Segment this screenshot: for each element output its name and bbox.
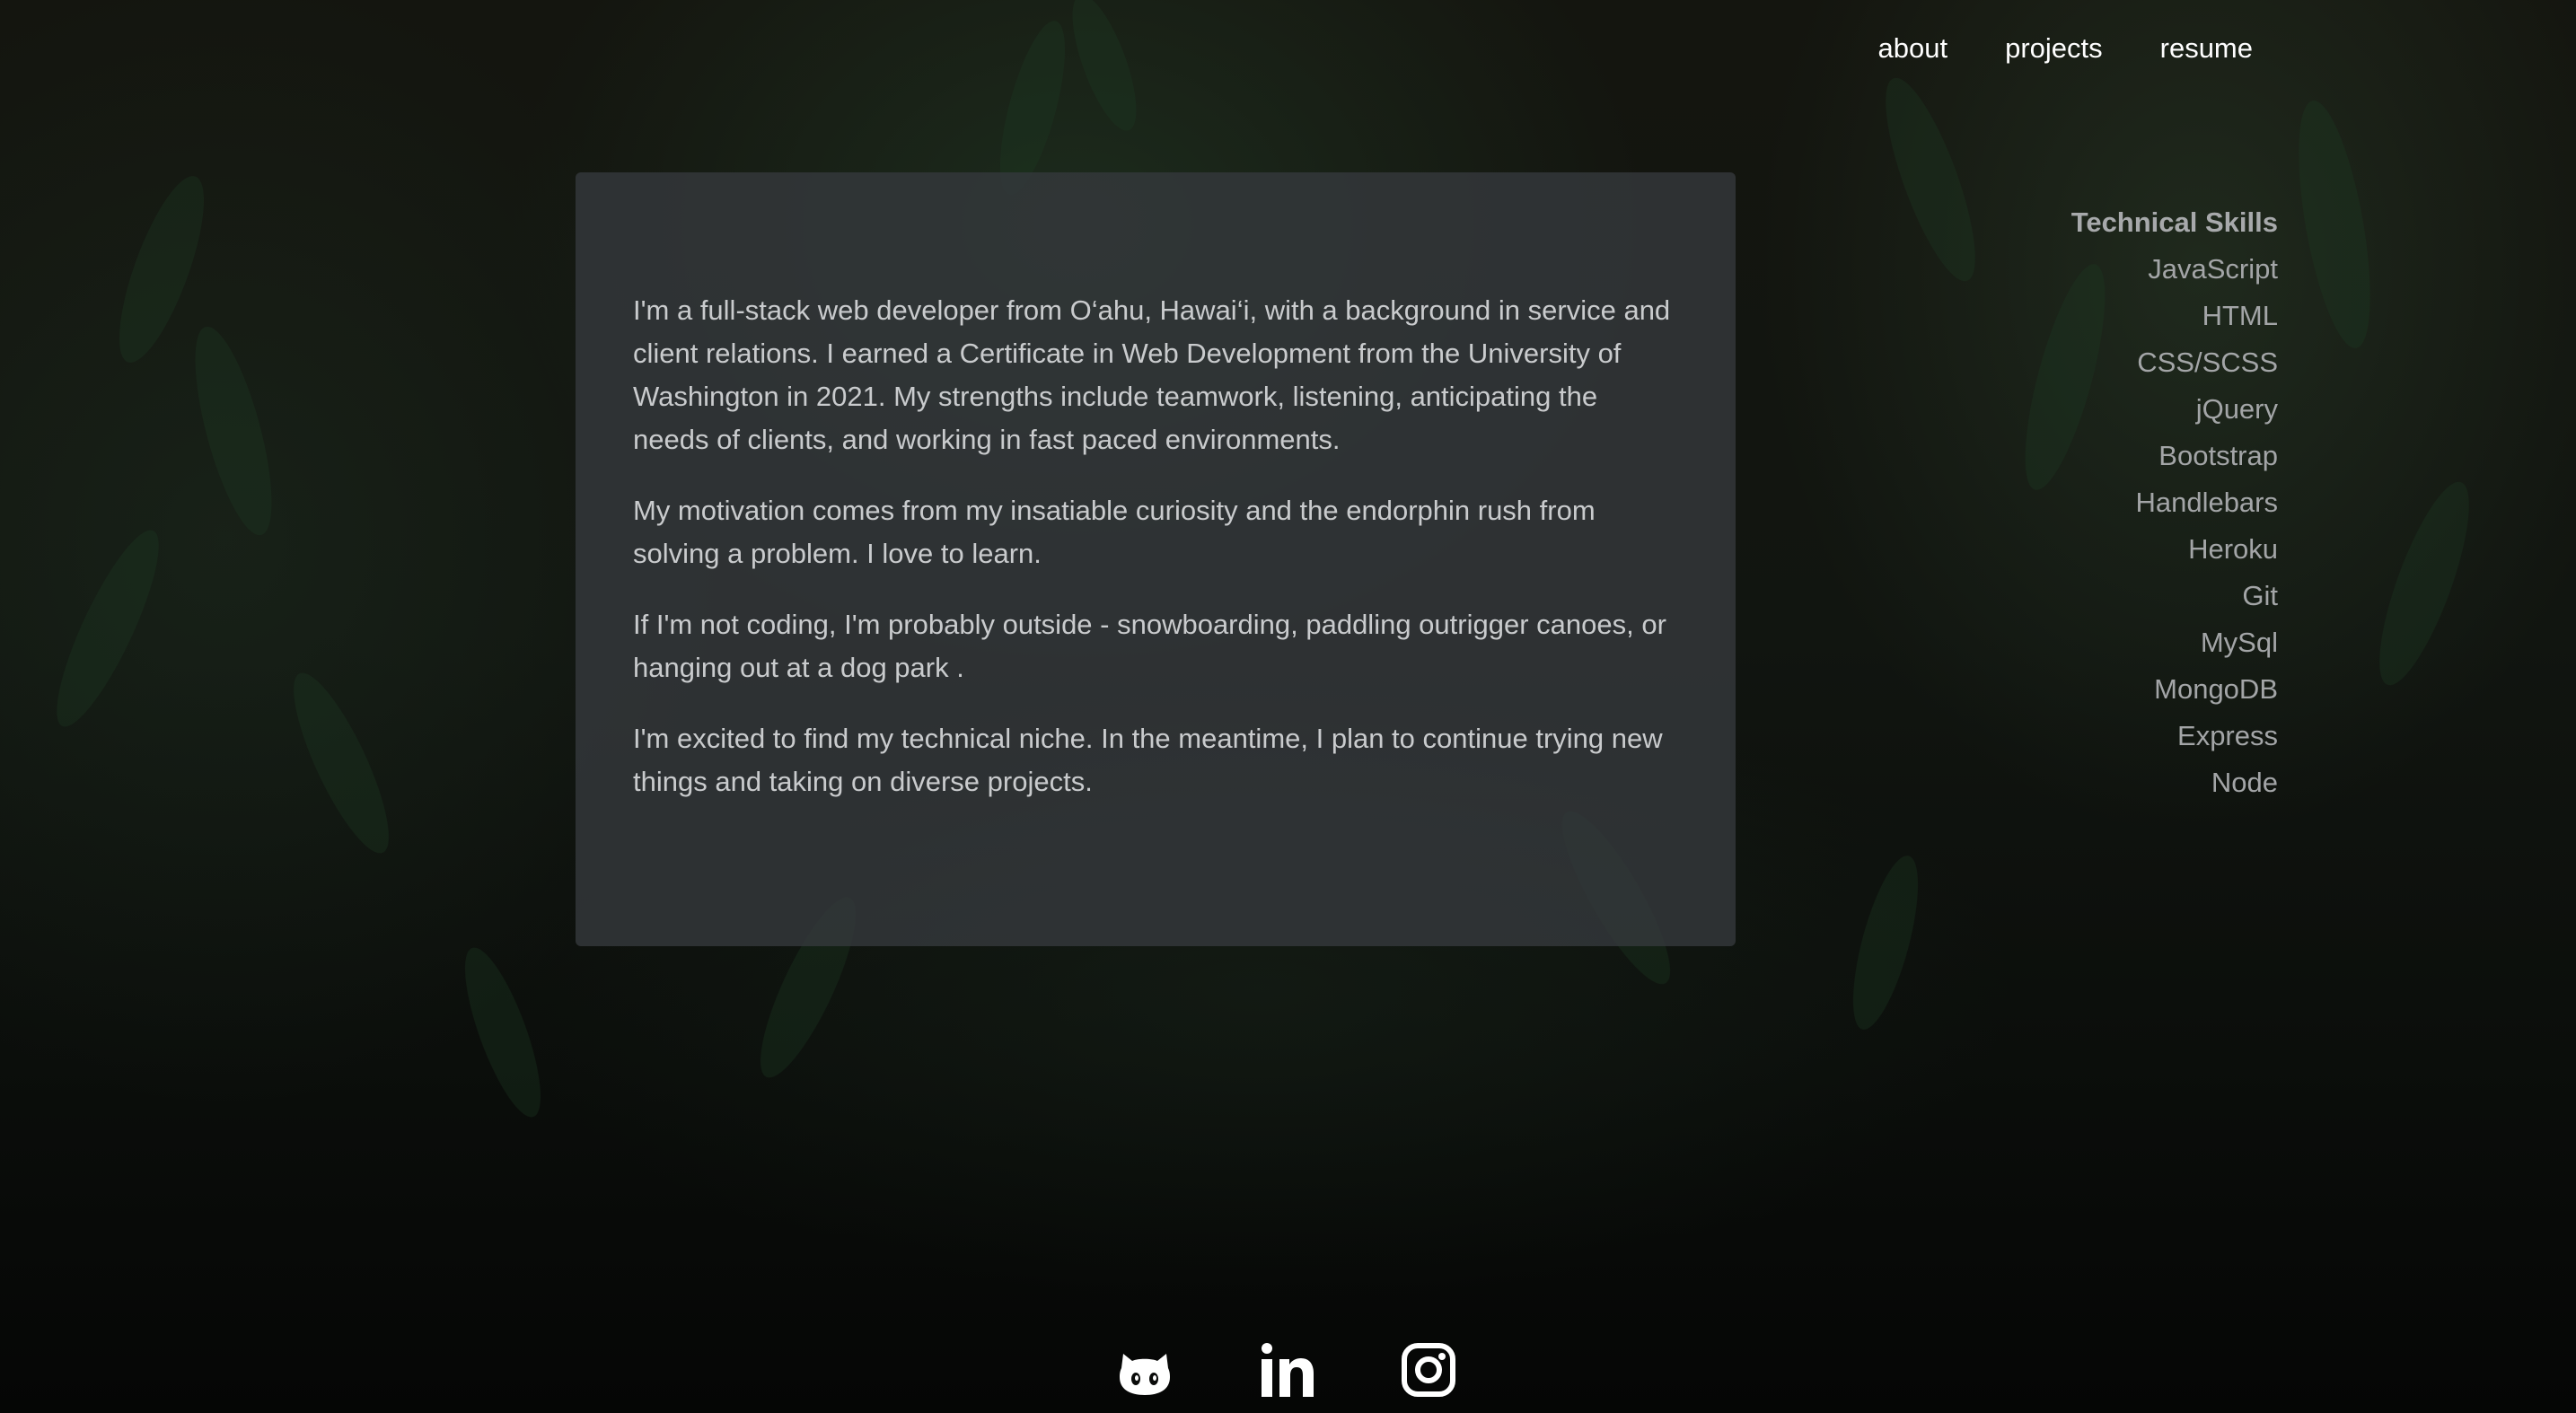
instagram-icon bbox=[1402, 1343, 1455, 1397]
skill-item: Handlebars bbox=[2135, 487, 2278, 518]
nav-link-about[interactable]: about bbox=[1878, 32, 1948, 65]
technical-skills-list: Technical Skills JavaScript HTML CSS/SCS… bbox=[2071, 199, 2278, 806]
about-card: I'm a full-stack web developer from O‘ah… bbox=[576, 172, 1736, 946]
skills-title: Technical Skills bbox=[2070, 206, 2278, 238]
skill-item: jQuery bbox=[2195, 393, 2278, 425]
about-paragraph: I'm excited to find my technical niche. … bbox=[633, 723, 1663, 797]
skill-item: Bootstrap bbox=[2158, 440, 2278, 471]
skill-item: Git bbox=[2242, 580, 2278, 611]
skill-item: Node bbox=[2211, 767, 2278, 798]
about-paragraph: I'm a full-stack web developer from O‘ah… bbox=[633, 294, 1671, 455]
skill-item: Heroku bbox=[2188, 533, 2278, 565]
linkedin-link[interactable] bbox=[1258, 1341, 1315, 1399]
instagram-link[interactable] bbox=[1400, 1341, 1457, 1399]
main-nav: about projects resume bbox=[1878, 32, 2254, 65]
nav-link-resume[interactable]: resume bbox=[2160, 32, 2253, 65]
skill-item: MongoDB bbox=[2154, 673, 2278, 705]
social-links bbox=[1116, 1341, 1457, 1399]
skill-item: Express bbox=[2177, 720, 2278, 751]
about-paragraph: My motivation comes from my insatiable c… bbox=[633, 495, 1596, 569]
skill-item: CSS/SCSS bbox=[2137, 347, 2278, 378]
github-icon bbox=[1120, 1354, 1170, 1395]
skill-item: MySql bbox=[2200, 627, 2278, 658]
about-paragraph: If I'm not coding, I'm probably outside … bbox=[633, 609, 1666, 683]
skill-item: HTML bbox=[2202, 300, 2278, 331]
github-link[interactable] bbox=[1116, 1341, 1174, 1399]
nav-link-projects[interactable]: projects bbox=[2005, 32, 2103, 65]
skill-item: JavaScript bbox=[2148, 253, 2278, 285]
page: about projects resume I'm a full-stack w… bbox=[0, 0, 2576, 1413]
linkedin-icon bbox=[1262, 1343, 1314, 1397]
